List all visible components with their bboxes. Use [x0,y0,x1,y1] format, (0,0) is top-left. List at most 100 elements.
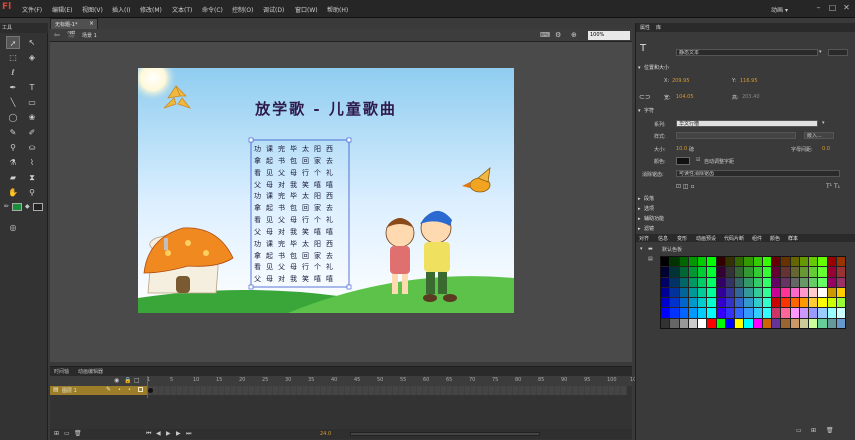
color-swatch[interactable] [707,308,716,318]
color-swatch[interactable] [799,277,808,287]
color-swatch[interactable] [781,257,790,267]
color-swatch[interactable] [661,287,670,298]
first-frame-icon[interactable]: ⏮ [146,430,151,438]
menu-item[interactable]: 调试(D) [263,5,284,14]
color-swatch[interactable] [781,318,790,328]
color-swatch[interactable] [688,298,697,308]
trash-icon[interactable]: 🗑 [826,427,834,434]
color-swatch[interactable] [688,277,697,287]
color-swatch[interactable] [707,267,716,277]
tab-components[interactable]: 组件 [752,235,762,242]
outline-icon[interactable]: □ [134,377,140,384]
tab-timeline[interactable]: 时间轴 [54,368,69,375]
rectangle-tool-icon[interactable]: ▭ [25,96,39,109]
menu-item[interactable]: 文件(F) [22,5,42,14]
color-swatch[interactable] [661,277,670,287]
color-swatch[interactable] [661,257,670,267]
color-swatch[interactable] [670,308,679,318]
lasso-tool-icon[interactable]: ℓ [6,66,20,79]
keyframe-dot[interactable] [148,388,153,393]
free-transform-tool-icon[interactable]: ⬚ [6,51,20,64]
color-swatch[interactable] [688,267,697,277]
color-swatch[interactable] [688,257,697,267]
color-swatch[interactable] [799,308,808,318]
edit-scene-icon[interactable]: ⌨ [540,31,550,39]
color-swatch[interactable] [818,277,827,287]
stage[interactable]: 放学歌 - 儿童歌曲 功课完毕太阳西 拿起书包回家去 看见父母行个礼 父母对我笑嘻嘻功… [138,68,514,313]
color-swatch[interactable] [716,298,725,308]
color-swatch[interactable] [707,287,716,298]
layer-name[interactable]: 图层 1 [62,387,77,394]
color-swatch[interactable] [781,308,790,318]
color-swatch[interactable] [679,308,688,318]
color-swatch[interactable] [716,267,725,277]
chevron-down-icon[interactable]: ▾ [822,120,825,126]
text-direction-select[interactable] [828,49,848,56]
color-swatch[interactable] [698,318,707,328]
color-swatch[interactable] [725,267,734,277]
color-swatch[interactable] [836,277,845,287]
maximize-button[interactable]: □ [826,2,839,14]
color-swatch[interactable] [698,298,707,308]
width-tool-icon[interactable]: ⧗ [25,171,39,184]
color-swatch[interactable] [781,287,790,298]
color-swatch[interactable] [744,298,753,308]
tab-align[interactable]: 对齐 [639,235,649,242]
color-swatch[interactable] [818,267,827,277]
menu-item[interactable]: 插入(I) [112,5,130,14]
eye-icon[interactable]: ◉ [114,377,119,384]
color-swatch[interactable] [753,287,762,298]
color-swatch[interactable] [716,287,725,298]
color-swatch[interactable] [809,287,818,298]
color-swatch[interactable] [716,277,725,287]
color-swatch[interactable] [744,277,753,287]
color-swatch[interactable] [725,277,734,287]
tab-properties[interactable]: 属性 [640,24,650,31]
color-swatch[interactable] [836,308,845,318]
color-swatch[interactable] [827,267,836,277]
color-swatch[interactable] [772,277,781,287]
color-swatch[interactable] [790,277,799,287]
color-swatch[interactable] [799,267,808,277]
new-folder-icon[interactable]: ▭ [796,427,802,434]
color-swatch[interactable] [762,318,771,328]
color-swatch[interactable] [799,287,808,298]
tab-transform[interactable]: 变形 [677,235,687,242]
document-tab[interactable]: 无标题-1* × [50,18,98,29]
color-swatch[interactable] [762,298,771,308]
menu-item[interactable]: 命令(C) [202,5,223,14]
color-swatch[interactable] [762,267,771,277]
color-swatch[interactable] [698,308,707,318]
color-swatch[interactable] [735,277,744,287]
play-icon[interactable]: ▶ [166,430,171,437]
color-swatch[interactable] [753,267,762,277]
pen-tool-icon[interactable]: ✒ [6,81,20,94]
new-swatch-icon[interactable]: ⊞ [811,427,816,434]
link-icon[interactable]: ⊂⊃ [639,93,651,101]
tab-motion-editor[interactable]: 动画编辑器 [78,368,103,375]
color-swatch[interactable] [707,298,716,308]
color-swatch[interactable] [827,298,836,308]
color-swatch[interactable] [827,308,836,318]
color-swatch[interactable] [762,308,771,318]
color-swatch[interactable] [753,298,762,308]
color-swatch[interactable] [679,267,688,277]
section-character[interactable]: 字符 [636,107,855,115]
text-color-swatch[interactable] [676,157,690,165]
color-swatch[interactable] [698,257,707,267]
workspace-switcher[interactable]: 动画 ▾ [771,5,788,14]
color-swatch[interactable] [688,308,697,318]
color-swatch[interactable] [799,318,808,328]
color-swatch[interactable] [688,318,697,328]
stroke-color-icon[interactable]: ✏ [4,203,9,210]
color-swatch[interactable] [762,277,771,287]
fps-value[interactable]: 24.0 [320,431,331,437]
color-swatch[interactable] [772,257,781,267]
layer-lock-dot[interactable]: • [128,387,131,393]
letter-spacing-value[interactable]: 0.0 [822,146,830,152]
color-swatch[interactable] [790,287,799,298]
color-swatch[interactable] [670,318,679,328]
tab-code-snippets[interactable]: 代码片断 [724,235,744,242]
paint-bucket-tool-icon[interactable]: ⛀ [25,141,39,154]
color-swatch[interactable] [707,277,716,287]
